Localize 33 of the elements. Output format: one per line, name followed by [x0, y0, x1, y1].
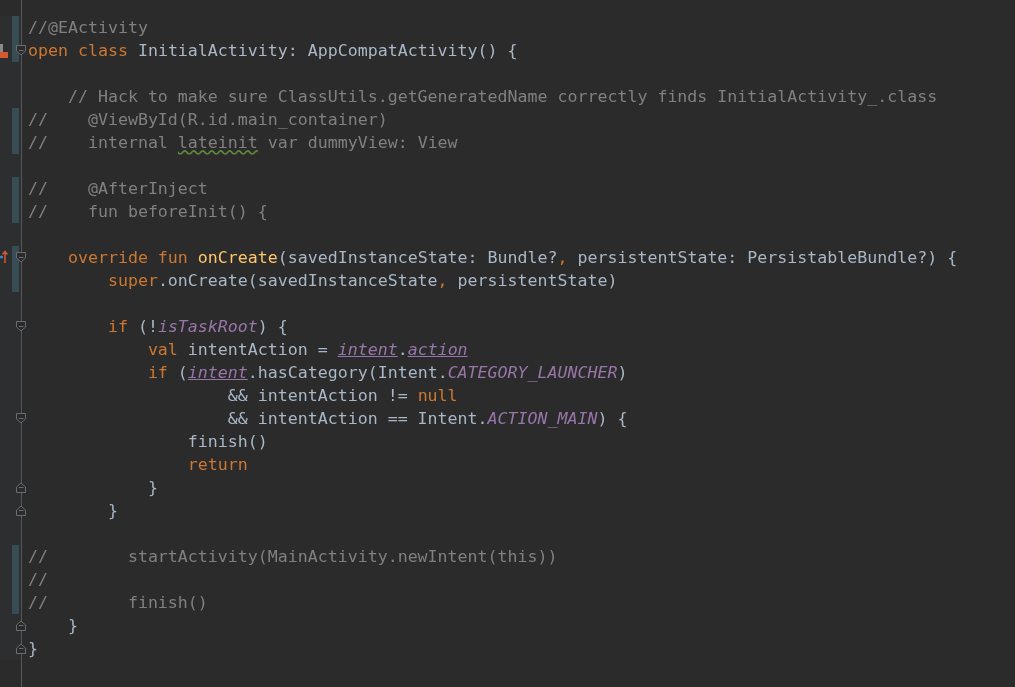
override-arrow-icon[interactable]	[0, 250, 8, 264]
code-line: // internal lateinit var dummyView: View	[28, 132, 458, 154]
code-line: //	[28, 569, 48, 591]
fold-end-icon[interactable]	[16, 643, 27, 654]
fold-icon[interactable]	[16, 321, 27, 332]
implemented-marker-icon[interactable]	[0, 44, 8, 58]
code-line: && intentAction != null	[226, 385, 458, 407]
code-line: return	[186, 454, 248, 476]
code-line: // startActivity(MainActivity.newIntent(this))	[28, 546, 558, 568]
code-line: // @ViewById(R.id.main_container)	[28, 109, 388, 131]
code-line: if (intent.hasCategory(Intent.CATEGORY_LAUNCHER)	[146, 362, 628, 384]
code-line: override fun onCreate(savedInstanceState: Bundle?, persistentState: PersistableBundle?) {	[66, 247, 958, 269]
fold-icon[interactable]	[16, 45, 27, 56]
fold-end-icon[interactable]	[16, 620, 27, 631]
code-line: super.onCreate(savedInstanceState, persistentState)	[106, 270, 618, 292]
code-line: // Hack to make sure ClassUtils.getGeneratedName correctly finds InitialActivity_.class	[66, 86, 938, 108]
code-line: }	[146, 477, 158, 499]
code-line: open class InitialActivity: AppCompatActivity() {	[28, 40, 518, 62]
code-line: }	[66, 615, 78, 637]
code-line: }	[106, 500, 118, 522]
code-line: }	[28, 638, 38, 660]
code-line: finish()	[186, 431, 268, 453]
code-line: //@EActivity	[28, 17, 148, 39]
code-line: && intentAction == Intent.ACTION_MAIN) {	[226, 408, 628, 430]
fold-icon[interactable]	[16, 413, 27, 424]
code-line: if (!isTaskRoot) {	[106, 316, 288, 338]
fold-end-icon[interactable]	[16, 482, 27, 493]
code-line: // fun beforeInit() {	[28, 201, 268, 223]
fold-icon[interactable]	[16, 252, 27, 263]
code-line: val intentAction = intent.action	[146, 339, 468, 361]
code-line: // @AfterInject	[28, 178, 208, 200]
code-line: // finish()	[28, 592, 208, 614]
fold-end-icon[interactable]	[16, 505, 27, 516]
